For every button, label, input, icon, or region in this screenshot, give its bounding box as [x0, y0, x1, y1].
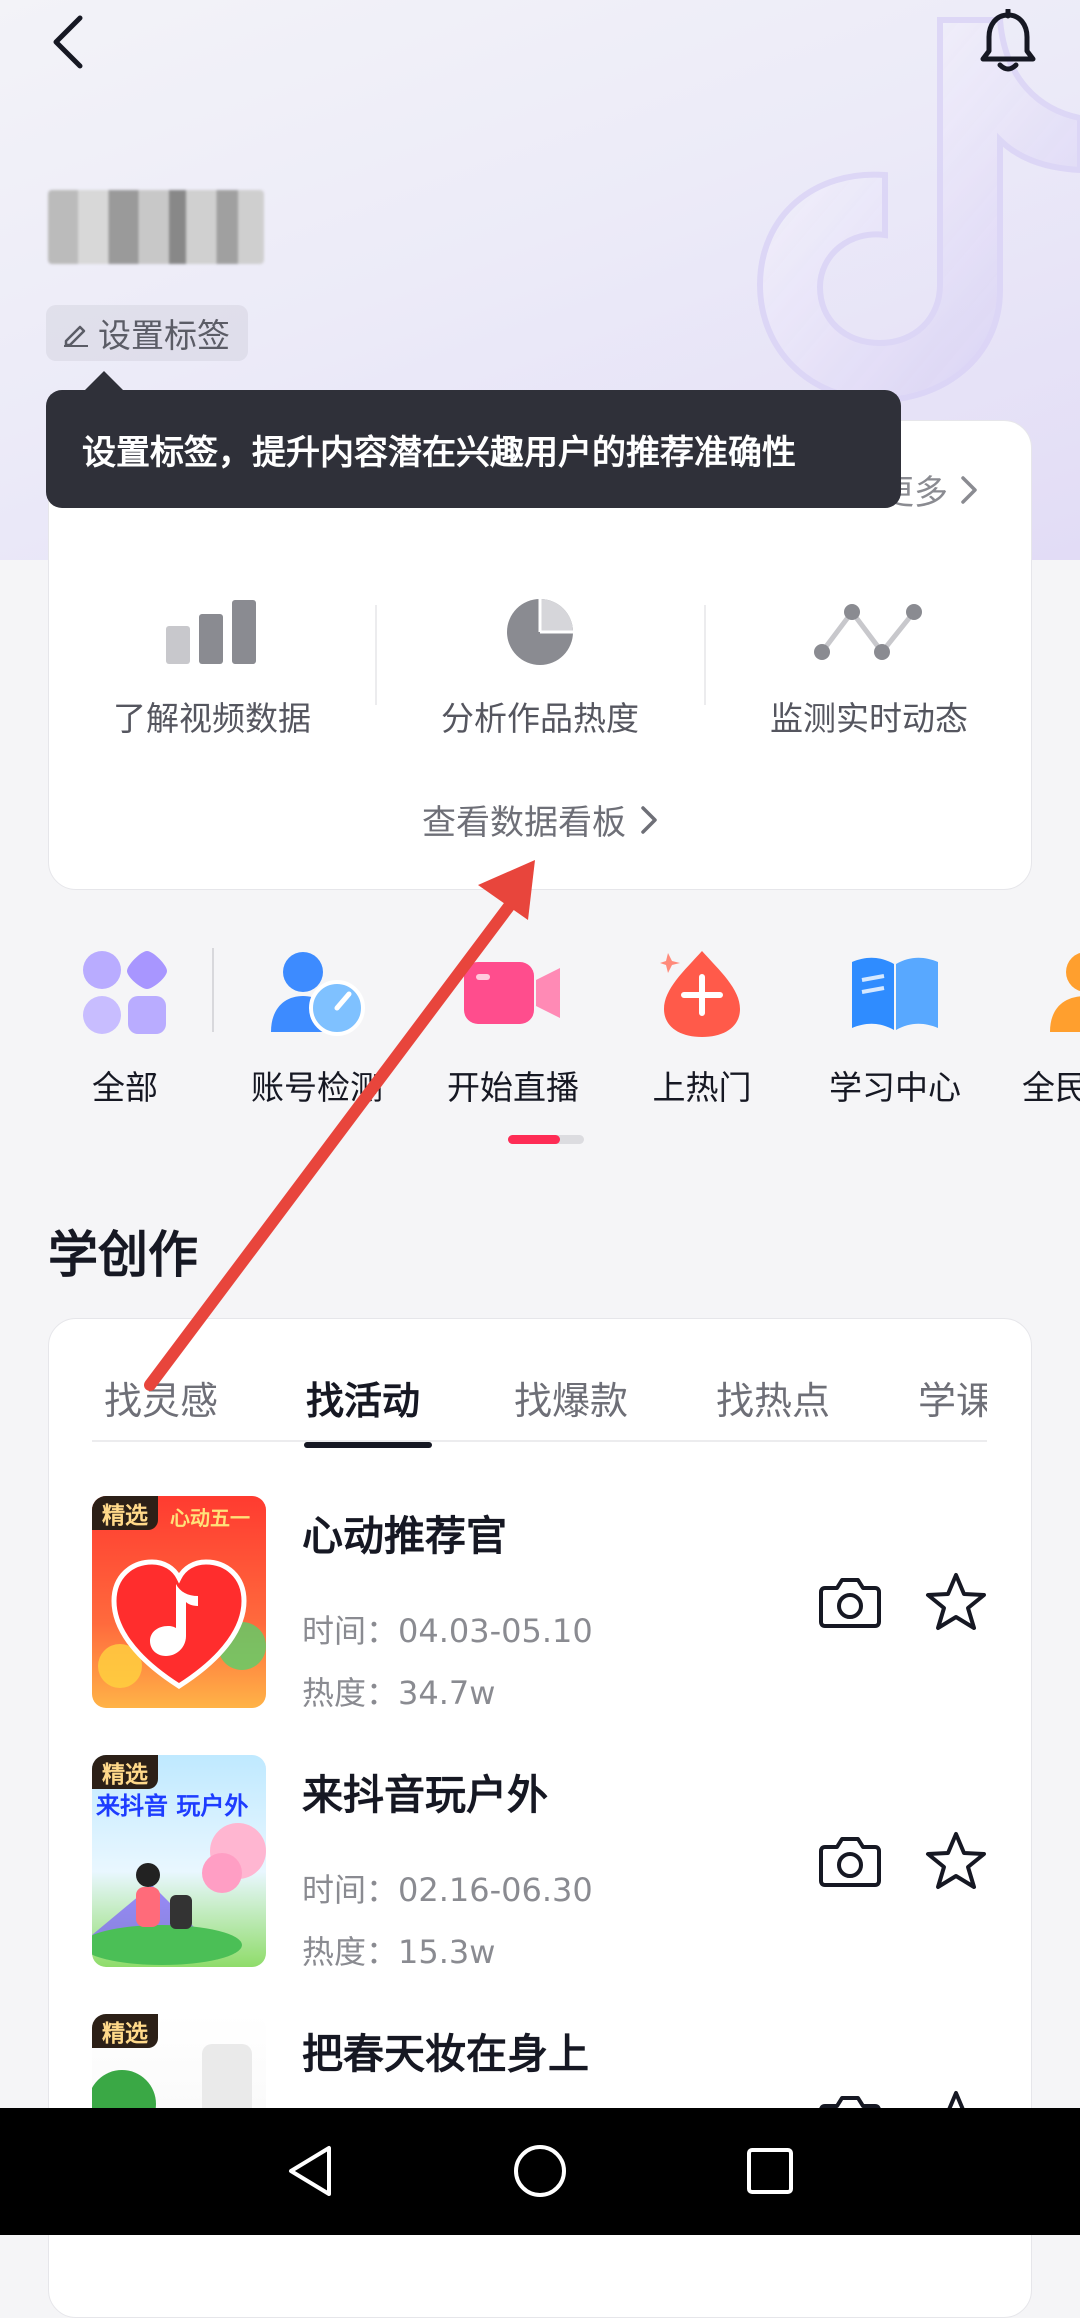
- bell-icon: [980, 9, 1036, 72]
- entry-go-hot[interactable]: 上热门: [607, 945, 797, 1109]
- thumbnail-caption: 来抖音 玩户外: [96, 1792, 249, 1820]
- hot-drop-icon: [660, 951, 740, 1037]
- book-icon: [852, 957, 938, 1030]
- tool-entries-row: 全部 账号检测 开始直播 上热门 学习中心 全民: [0, 945, 1080, 1107]
- line-chart-icon: [814, 604, 922, 660]
- activity-title: 把春天妆在身上: [302, 2030, 589, 2078]
- nav-recents-button[interactable]: [725, 2126, 815, 2216]
- tabs-baseline: [92, 1440, 987, 1442]
- feature-work-heat[interactable]: 分析作品热度: [375, 590, 705, 740]
- set-tags-label: 设置标签: [98, 316, 230, 355]
- feature-realtime[interactable]: 监测实时动态: [704, 590, 1034, 740]
- featured-badge: 精选: [92, 1496, 158, 1530]
- tab-courses[interactable]: 学课程: [918, 1370, 987, 1425]
- activity-time: 时间：02.16-06.30: [302, 1871, 593, 1909]
- pencil-icon: [64, 325, 88, 347]
- entry-label: 上热门: [652, 1068, 752, 1107]
- shoot-button[interactable]: [816, 1827, 884, 1895]
- feature-video-data[interactable]: 了解视频数据: [47, 590, 377, 740]
- active-tab-underline: [304, 1442, 432, 1448]
- board-link-label: 查看数据看板: [422, 803, 626, 843]
- featured-badge: 精选: [92, 1755, 158, 1789]
- notification-button[interactable]: [972, 6, 1044, 78]
- entry-national[interactable]: 全民: [998, 945, 1080, 1109]
- entry-label: 全部: [92, 1068, 158, 1107]
- grid-icon: [83, 951, 167, 1034]
- entry-label: 学习中心: [829, 1068, 961, 1107]
- section-title: 学创作: [48, 1226, 198, 1284]
- favorite-button[interactable]: [922, 1568, 990, 1636]
- square-recents-icon: [747, 2148, 793, 2194]
- entry-label: 账号检测: [251, 1068, 383, 1107]
- entries-divider: [212, 948, 214, 1032]
- activity-time: 时间：04.03-05.10: [302, 1612, 593, 1650]
- entry-all[interactable]: 全部: [30, 945, 220, 1109]
- tab-inspiration[interactable]: 找灵感: [104, 1370, 218, 1425]
- tooltip-text: 设置标签，提升内容潜在兴趣用户的推荐准确性: [82, 432, 796, 473]
- entry-label: 全民: [1022, 1068, 1080, 1107]
- nav-back-button[interactable]: [265, 2126, 355, 2216]
- account-check-icon: [271, 952, 365, 1036]
- star-icon: [926, 1573, 986, 1630]
- circle-home-icon: [514, 2145, 566, 2197]
- tooltip-pointer: [84, 371, 124, 391]
- activity-thumbnail: 精选 来抖音 玩户外: [92, 1755, 266, 1967]
- chevron-right-icon: [961, 475, 977, 504]
- entry-account-check[interactable]: 账号检测: [222, 945, 412, 1109]
- pie-chart-icon: [507, 599, 573, 665]
- live-camera-icon: [464, 962, 560, 1024]
- tag-tooltip: 设置标签，提升内容潜在兴趣用户的推荐准确性: [46, 390, 901, 508]
- tab-hits[interactable]: 找爆款: [514, 1370, 628, 1425]
- list-item[interactable]: 精选 来抖音 玩户外 来抖音玩户外 时间：02.16-06.30 热度：15.3…: [92, 1755, 987, 1975]
- system-nav-bar: [0, 2108, 1080, 2235]
- featured-badge: 精选: [92, 2014, 158, 2048]
- activity-thumbnail: 精选 心动五一: [92, 1496, 266, 1708]
- entry-start-live[interactable]: 开始直播: [418, 945, 608, 1109]
- tab-activities[interactable]: 找活动: [306, 1370, 420, 1425]
- feature-label: 监测实时动态: [770, 699, 968, 738]
- blurred-username: [48, 190, 264, 264]
- bar-chart-icon: [166, 600, 256, 664]
- triangle-back-icon: [289, 2146, 331, 2196]
- back-arrow-icon: [53, 15, 83, 69]
- list-item[interactable]: 精选 心动五一 心动推荐官 时间：04.03-05.10 热度：34.7w: [92, 1496, 987, 1716]
- activity-title: 来抖音玩户外: [302, 1771, 548, 1819]
- learn-tabs: 找灵感 找活动 找爆款 找热点 学课程: [92, 1370, 987, 1442]
- star-icon: [926, 1832, 986, 1889]
- camera-icon: [819, 1578, 881, 1628]
- set-tags-button[interactable]: 设置标签: [46, 305, 248, 361]
- favorite-button[interactable]: [922, 1827, 990, 1895]
- person-icon: [1050, 952, 1080, 1032]
- view-data-board-link[interactable]: 查看数据看板: [0, 795, 1080, 844]
- entry-label: 开始直播: [447, 1068, 579, 1107]
- nav-home-button[interactable]: [495, 2126, 585, 2216]
- activity-heat: 热度：34.7w: [302, 1674, 496, 1712]
- feature-label: 了解视频数据: [113, 699, 311, 738]
- tab-hot-topics[interactable]: 找热点: [716, 1370, 830, 1425]
- feature-label: 分析作品热度: [441, 699, 639, 738]
- thumbnail-caption: 心动五一: [170, 1506, 250, 1530]
- back-button[interactable]: [38, 12, 98, 72]
- activity-heat: 热度：15.3w: [302, 1933, 496, 1971]
- camera-icon: [819, 1837, 881, 1887]
- shoot-button[interactable]: [816, 1568, 884, 1636]
- activity-title: 心动推荐官: [302, 1512, 507, 1560]
- scroll-indicator-thumb: [508, 1135, 560, 1144]
- chevron-right-icon: [641, 805, 657, 834]
- entry-learning-center[interactable]: 学习中心: [800, 945, 990, 1109]
